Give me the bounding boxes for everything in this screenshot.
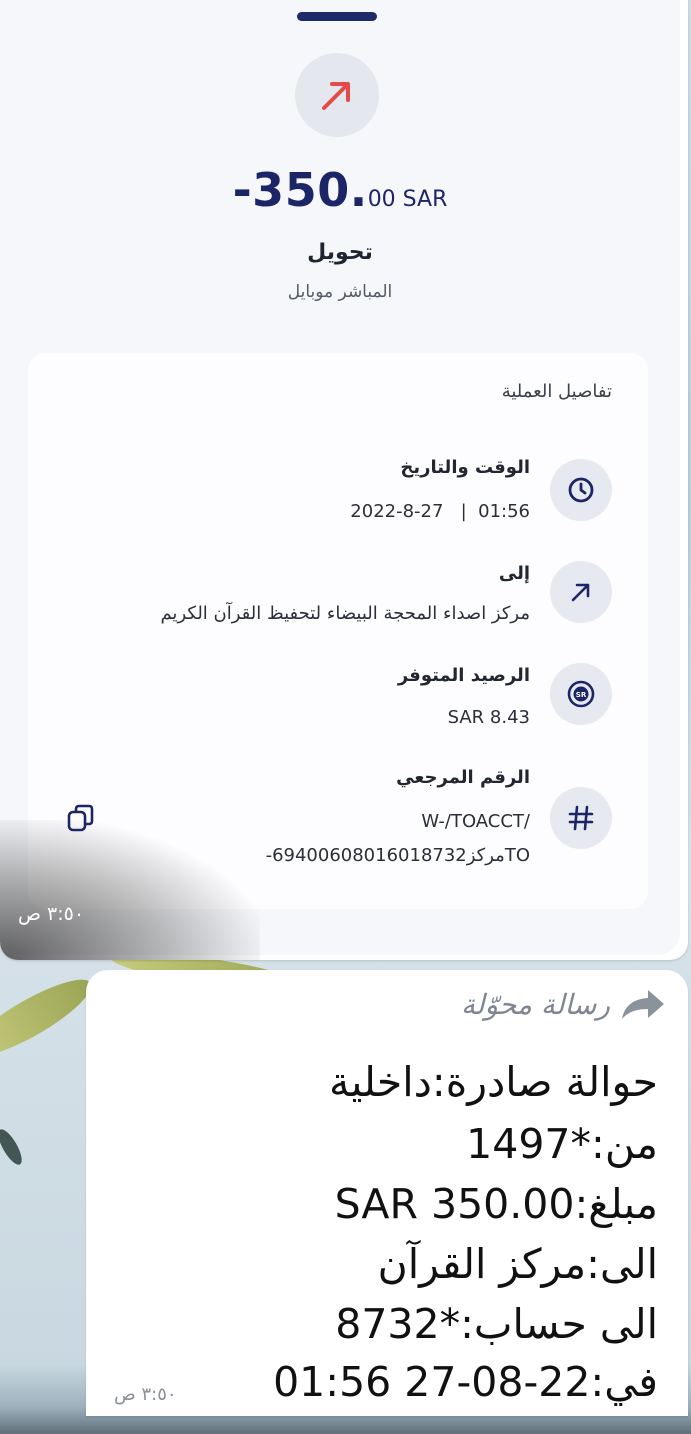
message-line: من:*1497 [466, 1120, 658, 1168]
transaction-amount: -350.00 SAR [0, 163, 680, 217]
svg-text:SR: SR [576, 691, 587, 699]
row-value-balance: SAR 8.43 [447, 707, 530, 728]
hash-icon [550, 787, 612, 849]
transaction-channel: المباشر موبايل [287, 282, 393, 302]
amount-main: -350. [232, 163, 368, 217]
transaction-type: تحويل [307, 240, 373, 265]
message-line: مبلغ:SAR 350.00 [334, 1180, 658, 1228]
outgoing-arrow-icon [295, 53, 379, 137]
message-line: في:22-08-27 01:56 [273, 1358, 658, 1406]
forwarded-label: رسالة محوّلة [460, 987, 610, 1021]
row-label-balance: الرصيد المتوفر [397, 665, 530, 686]
timestamp-shadow [0, 820, 260, 960]
message-line: حوالة صادرة:داخلية [328, 1058, 658, 1106]
message-timestamp: ٣:٥٠ ص [114, 1384, 177, 1405]
sar-coin-icon: SR [550, 663, 612, 725]
sheet-drag-handle [297, 12, 377, 21]
wallpaper-leaf [0, 967, 100, 1069]
row-value-reference: W-/TOACCT/ [421, 811, 530, 832]
row-value-datetime: 2022-8-27 | 01:56 [350, 501, 530, 522]
clock-icon [550, 459, 612, 521]
row-value-reference-2: -مركز6940060801601873​2TO [265, 845, 530, 866]
arrow-up-right-icon [550, 561, 612, 623]
message-line: الى:مركز القرآن [377, 1240, 658, 1288]
image-message-bubble[interactable]: -350.00 SAR تحويل المباشر موبايل تفاصيل … [0, 0, 688, 960]
message-timestamp: ٣:٥٠ ص [18, 903, 85, 925]
message-line: الى حساب:*8732 [335, 1300, 658, 1348]
amount-decimal-currency: 00 SAR [367, 187, 448, 212]
wallpaper-leaf [0, 1126, 27, 1168]
row-label-to: إلى [498, 563, 530, 584]
forwarded-header: رسالة محوّلة [461, 982, 666, 1026]
details-title: تفاصيل العملية [501, 381, 612, 402]
forward-arrow-icon [620, 987, 666, 1021]
forwarded-text-message-bubble[interactable]: رسالة محوّلة حوالة صادرة:داخلية من:*1497… [86, 970, 688, 1416]
transaction-screenshot: -350.00 SAR تحويل المباشر موبايل تفاصيل … [0, 0, 680, 955]
row-label-reference: الرقم المرجعي [396, 767, 530, 788]
row-value-recipient: مركز اصداء المحجة البيضاء لتحفيظ القرآن … [160, 603, 530, 624]
row-label-datetime: الوقت والتاريخ [400, 457, 530, 478]
